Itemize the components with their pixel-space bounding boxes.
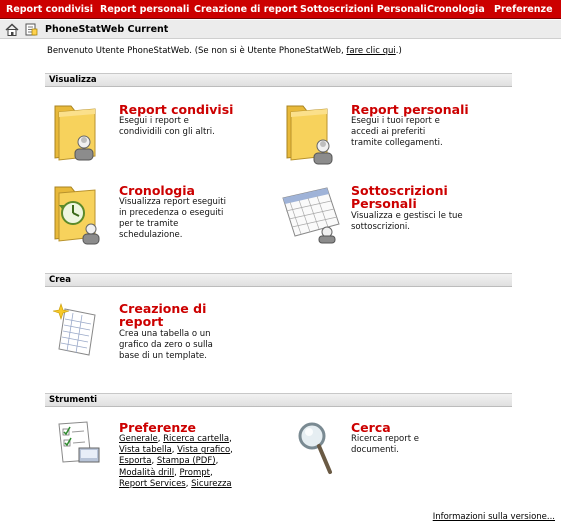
sottoscrizioni-personali-link[interactable]: Sottoscrizioni Personali bbox=[351, 184, 461, 210]
preferenze-link[interactable]: Preferenze bbox=[119, 421, 196, 434]
link-report-services[interactable]: Report Services bbox=[119, 479, 186, 489]
section-header-crea: Crea bbox=[45, 273, 512, 287]
link-modalita-drill[interactable]: Modalità drill bbox=[119, 468, 174, 478]
cronologia-description: Visualizza report eseguiti in precedenza… bbox=[119, 197, 226, 240]
version-info-link[interactable]: Informazioni sulla versione... bbox=[433, 512, 555, 522]
link-esporta[interactable]: Esporta bbox=[119, 456, 151, 466]
top-navigation: Report condivisi Report personali Creazi… bbox=[0, 0, 561, 19]
section-title: Crea bbox=[49, 275, 71, 285]
preferenze-links: Generale, Ricerca cartella, Vista tabell… bbox=[119, 434, 233, 489]
creazione-di-report-link[interactable]: Creazione di report bbox=[119, 302, 209, 328]
cerca-link[interactable]: Cerca bbox=[351, 421, 391, 434]
cerca-description: Ricerca report e documenti. bbox=[351, 434, 419, 455]
create-report-icon[interactable] bbox=[51, 301, 107, 357]
report-condivisi-description: Esegui i report e condividili con gli al… bbox=[119, 116, 215, 137]
tab-preferenze[interactable]: Preferenze bbox=[494, 4, 553, 15]
sottoscrizioni-description: Visualizza e gestisci le tue sottoscrizi… bbox=[351, 211, 463, 232]
link-generale[interactable]: Generale bbox=[119, 434, 158, 444]
page-title: PhoneStatWeb Current bbox=[45, 24, 169, 35]
preferences-checklist-icon[interactable] bbox=[57, 420, 103, 466]
tab-cronologia[interactable]: Cronologia bbox=[427, 4, 485, 15]
document-icon[interactable] bbox=[25, 23, 38, 36]
report-personali-description: Esegui i tuoi report e accedi ai preferi… bbox=[351, 116, 443, 148]
section-title: Visualizza bbox=[49, 75, 97, 85]
section-header-strumenti: Strumenti bbox=[45, 393, 512, 407]
link-ricerca-cartella[interactable]: Ricerca cartella bbox=[163, 434, 229, 444]
history-folder-icon[interactable] bbox=[51, 183, 105, 247]
tab-report-personali[interactable]: Report personali bbox=[100, 4, 189, 15]
report-condivisi-link[interactable]: Report condivisi bbox=[119, 103, 233, 116]
link-vista-tabella[interactable]: Vista tabella bbox=[119, 445, 172, 455]
personal-folder-icon[interactable] bbox=[283, 102, 339, 166]
link-prompt[interactable]: Prompt bbox=[180, 468, 211, 478]
tab-creazione-di-report[interactable]: Creazione di report bbox=[194, 4, 297, 15]
tab-sottoscrizioni-personali[interactable]: Sottoscrizioni Personali bbox=[300, 4, 427, 15]
section-header-visualizza: Visualizza bbox=[45, 73, 512, 87]
cronologia-link[interactable]: Cronologia bbox=[119, 184, 195, 197]
click-here-link[interactable]: fare clic qui bbox=[346, 46, 395, 56]
link-stampa-pdf[interactable]: Stampa (PDF) bbox=[157, 456, 216, 466]
report-personali-link[interactable]: Report personali bbox=[351, 103, 469, 116]
link-sicurezza[interactable]: Sicurezza bbox=[191, 479, 232, 489]
link-vista-grafico[interactable]: Vista grafico bbox=[177, 445, 230, 455]
shared-folder-icon[interactable] bbox=[51, 102, 103, 164]
creazione-description: Crea una tabella o un grafico da zero o … bbox=[119, 329, 213, 361]
home-icon[interactable] bbox=[5, 23, 19, 36]
tab-report-condivisi[interactable]: Report condivisi bbox=[6, 4, 93, 15]
subscriptions-calendar-icon[interactable] bbox=[281, 184, 343, 244]
welcome-text: Benvenuto Utente PhoneStatWeb. (Se non s… bbox=[47, 46, 347, 56]
welcome-message: Benvenuto Utente PhoneStatWeb. (Se non s… bbox=[47, 46, 402, 56]
search-magnifier-icon[interactable] bbox=[294, 420, 334, 476]
welcome-suffix: .) bbox=[395, 46, 402, 56]
title-bar: PhoneStatWeb Current bbox=[0, 20, 561, 39]
section-title: Strumenti bbox=[49, 395, 98, 405]
